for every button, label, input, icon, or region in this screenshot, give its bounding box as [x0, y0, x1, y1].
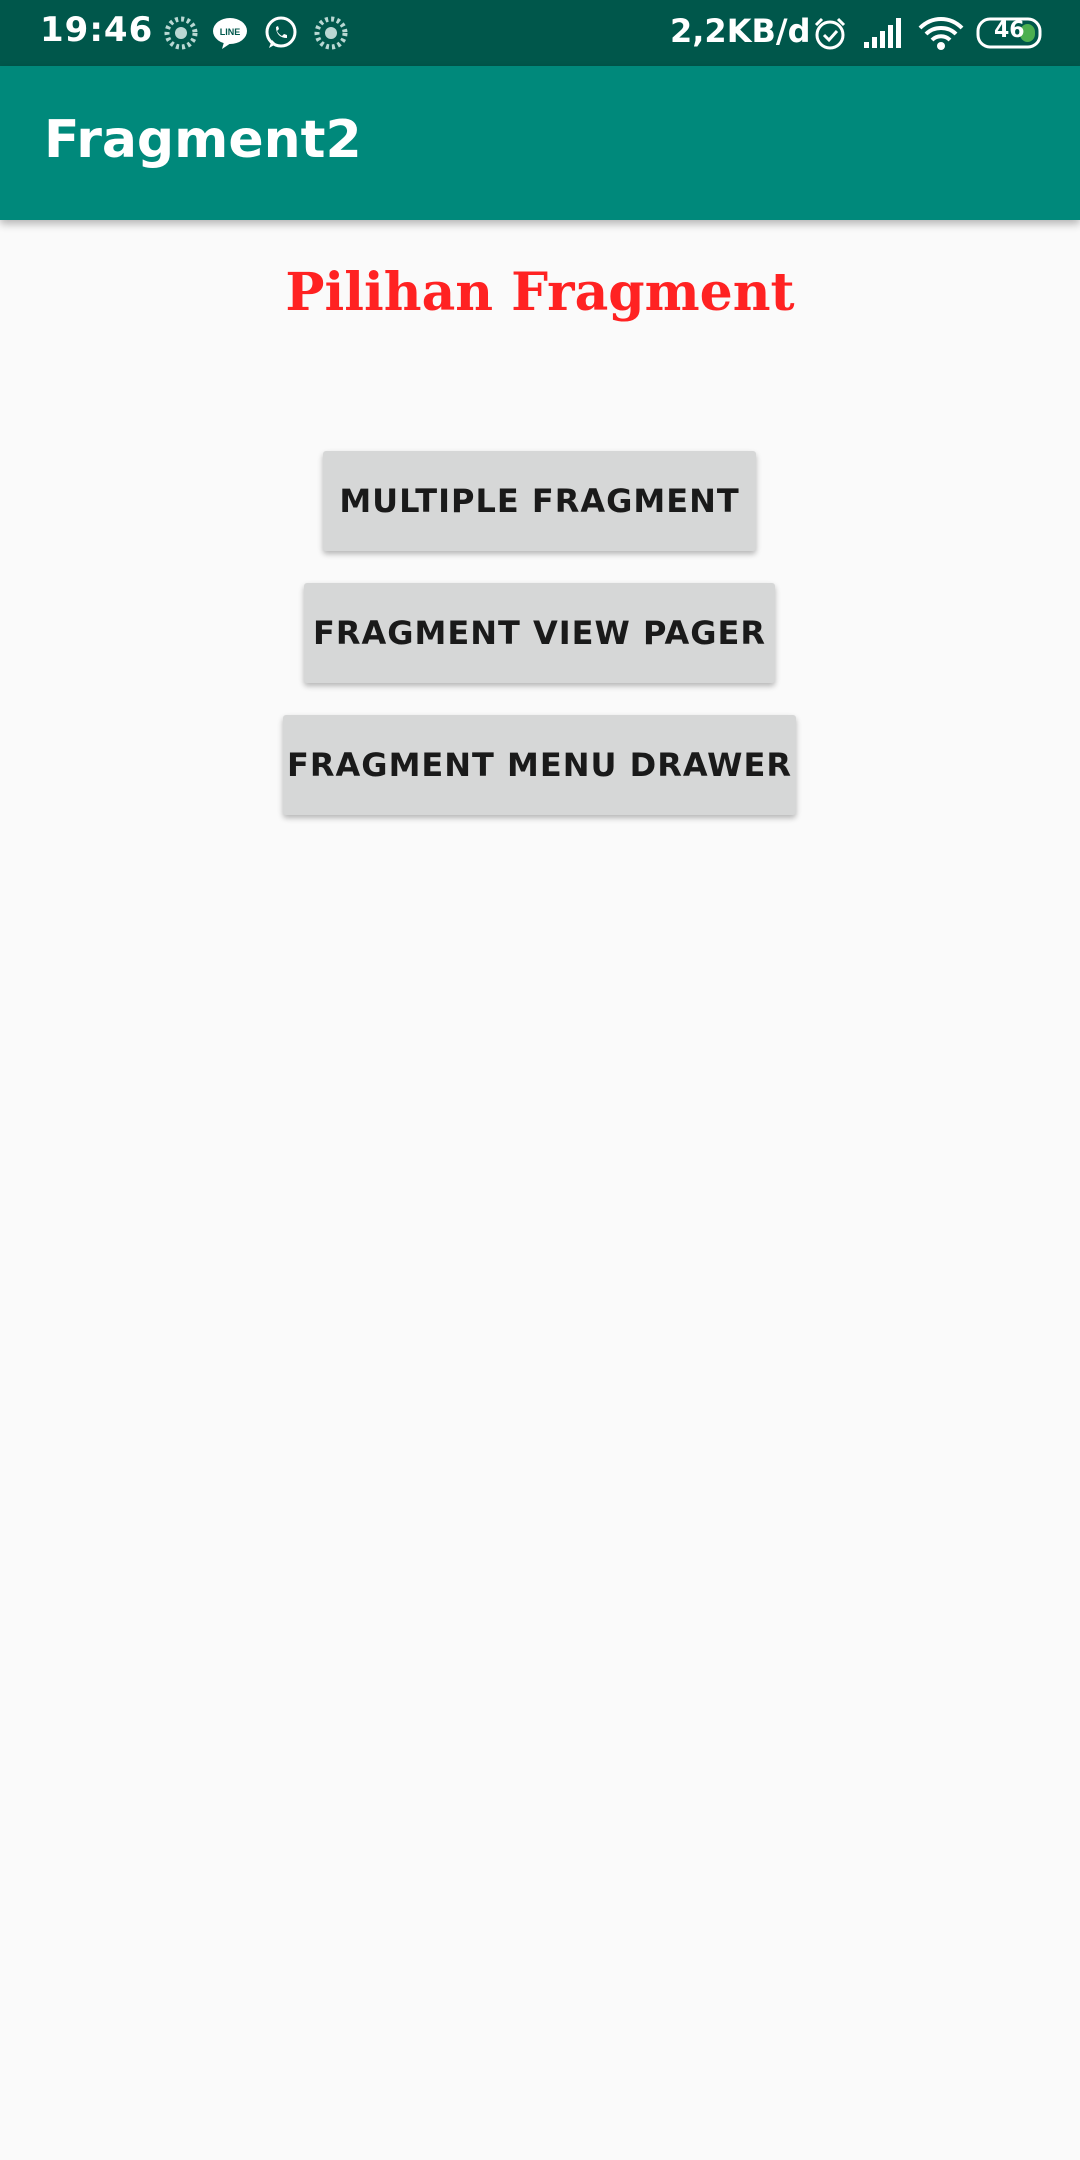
wifi-icon	[918, 16, 964, 50]
status-bar: 19:46 LINE 2,2KB/d 46	[0, 0, 1080, 66]
signal-icon	[862, 16, 901, 50]
app-bar: Fragment2	[0, 66, 1080, 220]
fragment-view-pager-button[interactable]: FRAGMENT VIEW PAGER	[304, 583, 775, 683]
battery-level: 46	[994, 18, 1025, 43]
main-content: Pilihan Fragment MULTIPLE FRAGMENT FRAGM…	[0, 220, 1080, 2160]
multiple-fragment-button[interactable]: MULTIPLE FRAGMENT	[323, 451, 756, 551]
fragment-menu-drawer-button[interactable]: FRAGMENT MENU DRAWER	[283, 715, 796, 815]
alarm-icon	[812, 16, 846, 50]
loading-icon	[164, 16, 198, 50]
app-title: Fragment2	[44, 110, 362, 170]
page-heading: Pilihan Fragment	[285, 262, 795, 323]
loading-icon	[314, 16, 348, 50]
svg-text:LINE: LINE	[220, 27, 241, 37]
status-time: 19:46	[40, 10, 154, 50]
network-speed: 2,2KB/d	[670, 12, 811, 50]
whatsapp-icon	[264, 16, 298, 50]
line-icon: LINE	[212, 16, 247, 50]
